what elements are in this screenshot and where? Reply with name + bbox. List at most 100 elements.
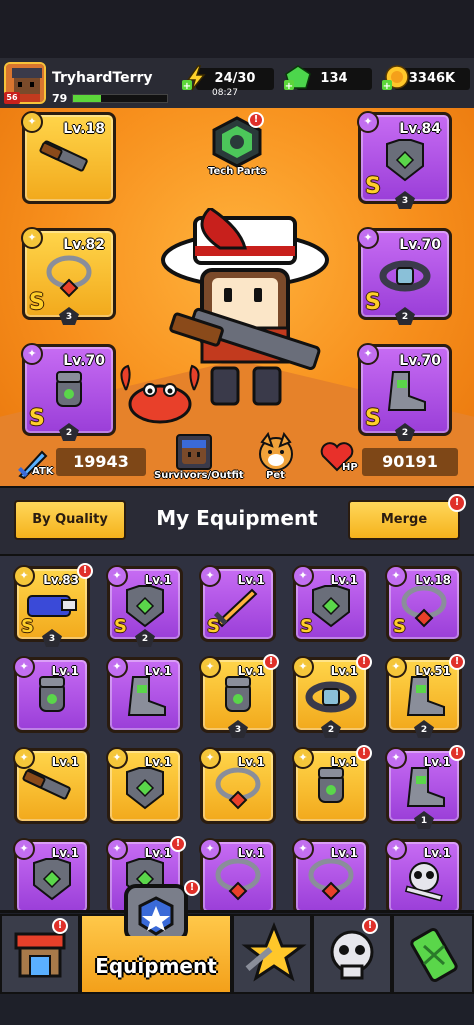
- new-item-badge: !: [263, 654, 279, 670]
- item-level: Lv.1: [423, 846, 451, 860]
- equipment-icon: [124, 884, 188, 936]
- boots-icon: [377, 368, 433, 420]
- item-level: Lv.1: [144, 664, 172, 678]
- xp-fill: [73, 95, 102, 102]
- nav-tab-tech[interactable]: [392, 914, 474, 994]
- equipment-item-10[interactable]: ✦ Lv.1: [13, 747, 90, 824]
- merge-label: Merge: [380, 512, 428, 527]
- nav-tab-shop[interactable]: !: [0, 914, 80, 994]
- equipment-item-4[interactable]: ✦ Lv.18 S: [385, 565, 462, 642]
- shotgun-icon: [22, 767, 82, 812]
- hero-slot-armor-1[interactable]: ✦ Lv.84 S 3: [357, 111, 452, 209]
- shop-alert-badge: !: [52, 918, 68, 934]
- equipment-item-13[interactable]: ✦ Lv.1!: [292, 745, 372, 824]
- merge-button[interactable]: Merge: [348, 500, 460, 540]
- equipment-item-15[interactable]: ✦ Lv.1: [13, 838, 90, 910]
- armor-icon: [377, 136, 433, 188]
- slot-type-icon: ✦: [357, 227, 379, 249]
- by-quality-button[interactable]: By Quality: [14, 500, 126, 540]
- star-count-badge: 2: [59, 423, 79, 441]
- home-indicator-area: [0, 994, 474, 1025]
- item-level: Lv.18: [63, 121, 105, 137]
- slot-type-icon: ✦: [292, 656, 314, 678]
- equipment-item-9[interactable]: ✦ Lv.51 2!: [385, 654, 465, 738]
- equipment-item-18[interactable]: ✦ Lv.1: [292, 838, 369, 910]
- rarity-label: S: [29, 290, 45, 315]
- necklace-icon: [210, 764, 266, 816]
- atk-value: 19943: [56, 448, 146, 476]
- item-level: Lv.84: [399, 121, 441, 137]
- equipment-alert-badge: !: [184, 880, 200, 896]
- item-level: Lv.83: [43, 573, 79, 587]
- equipment-item-3[interactable]: ✦ Lv.1 S: [292, 565, 369, 642]
- nav-tab-skills[interactable]: !: [312, 914, 392, 994]
- necklace-icon: [41, 252, 97, 304]
- equipment-item-19[interactable]: ✦ Lv.1: [385, 838, 462, 910]
- avatar-level-badge: 56: [4, 92, 20, 104]
- slot-type-icon: ✦: [357, 111, 379, 133]
- slot-type-icon: ✦: [21, 227, 43, 249]
- equipment-item-8[interactable]: ✦ Lv.1 2!: [292, 654, 372, 738]
- hero-slot-boots-5[interactable]: ✦ Lv.70 S 2: [357, 343, 452, 441]
- rarity-label: S: [21, 616, 34, 637]
- energy-icon[interactable]: +: [182, 64, 210, 92]
- equipment-item-7[interactable]: ✦ Lv.1 3!: [199, 654, 279, 738]
- hero-slot-belt-3[interactable]: ✦ Lv.70 S 2: [357, 227, 452, 325]
- energy-value: 24/30: [214, 71, 256, 86]
- survivors-outfit-button[interactable]: [176, 434, 212, 470]
- item-level: Lv.18: [415, 573, 451, 587]
- rarity-label: S: [207, 616, 220, 637]
- item-level: Lv.1: [237, 573, 265, 587]
- equipment-item-0[interactable]: ✦ Lv.83 S 3!: [13, 563, 93, 647]
- item-level: Lv.70: [399, 353, 441, 369]
- hp-value: 90191: [362, 448, 458, 476]
- nav-tab-talents[interactable]: [232, 914, 312, 994]
- item-level: Lv.82: [63, 237, 105, 253]
- star-count-badge: 2: [395, 307, 415, 325]
- rarity-label: S: [393, 616, 406, 637]
- atk-label: ATK: [32, 466, 54, 477]
- hero-slot-necklace-2[interactable]: ✦ Lv.82 S 3: [21, 227, 116, 325]
- energy-timer: 08:27: [212, 88, 238, 98]
- shotgun-icon: [39, 140, 99, 184]
- equipment-item-12[interactable]: ✦ Lv.1: [199, 747, 276, 824]
- tech-parts-button[interactable]: !: [210, 112, 264, 168]
- star-count-badge: 2: [395, 423, 415, 441]
- equipment-item-5[interactable]: ✦ Lv.1: [13, 656, 90, 733]
- equipment-item-2[interactable]: ✦ Lv.1 S: [199, 565, 276, 642]
- equipment-item-1[interactable]: ✦ Lv.1 S 2: [106, 565, 183, 647]
- game-screen: 56 TryhardTerry 79 24/30 08:27 + 134 + 3…: [0, 0, 474, 1025]
- hero-slot-weapon-0[interactable]: ✦ Lv.18: [21, 111, 116, 204]
- item-level: Lv.1: [423, 755, 451, 769]
- item-level: Lv.1: [330, 664, 358, 678]
- tech-parts-label: Tech Parts: [208, 166, 267, 177]
- crab-pet: [120, 364, 200, 424]
- skull-icon: [396, 855, 452, 907]
- gem-icon[interactable]: +: [284, 64, 312, 92]
- equipment-item-11[interactable]: ✦ Lv.1: [106, 747, 183, 824]
- equipment-item-14[interactable]: ✦ Lv.1 1!: [385, 745, 465, 829]
- pet-button[interactable]: [256, 431, 296, 472]
- item-level: Lv.1: [51, 846, 79, 860]
- hp-label: HP: [342, 462, 358, 473]
- gloves-icon: [41, 368, 97, 420]
- belt-icon: [377, 256, 433, 300]
- gloves-icon: [210, 673, 266, 725]
- gold-coin-icon[interactable]: +: [382, 64, 410, 92]
- hero-slot-gloves-4[interactable]: ✦ Lv.70 S 2: [21, 343, 116, 441]
- item-level: Lv.1: [51, 664, 79, 678]
- equipment-item-6[interactable]: ✦ Lv.1: [106, 656, 183, 733]
- slot-type-icon: ✦: [21, 111, 43, 133]
- item-level: Lv.70: [399, 237, 441, 253]
- player-level: 79: [52, 92, 68, 105]
- rarity-label: S: [29, 406, 45, 431]
- boots-icon: [117, 673, 173, 725]
- armor-icon: [117, 764, 173, 816]
- star-count-badge: 2: [321, 720, 341, 738]
- survivor-face-icon: [182, 440, 206, 464]
- item-level: Lv.1: [144, 573, 172, 587]
- item-level: Lv.1: [144, 846, 172, 860]
- svg-text:+: +: [285, 81, 293, 92]
- gloves-icon: [24, 673, 80, 725]
- survivors-outfit-label: Survivors/Outfit: [154, 470, 244, 481]
